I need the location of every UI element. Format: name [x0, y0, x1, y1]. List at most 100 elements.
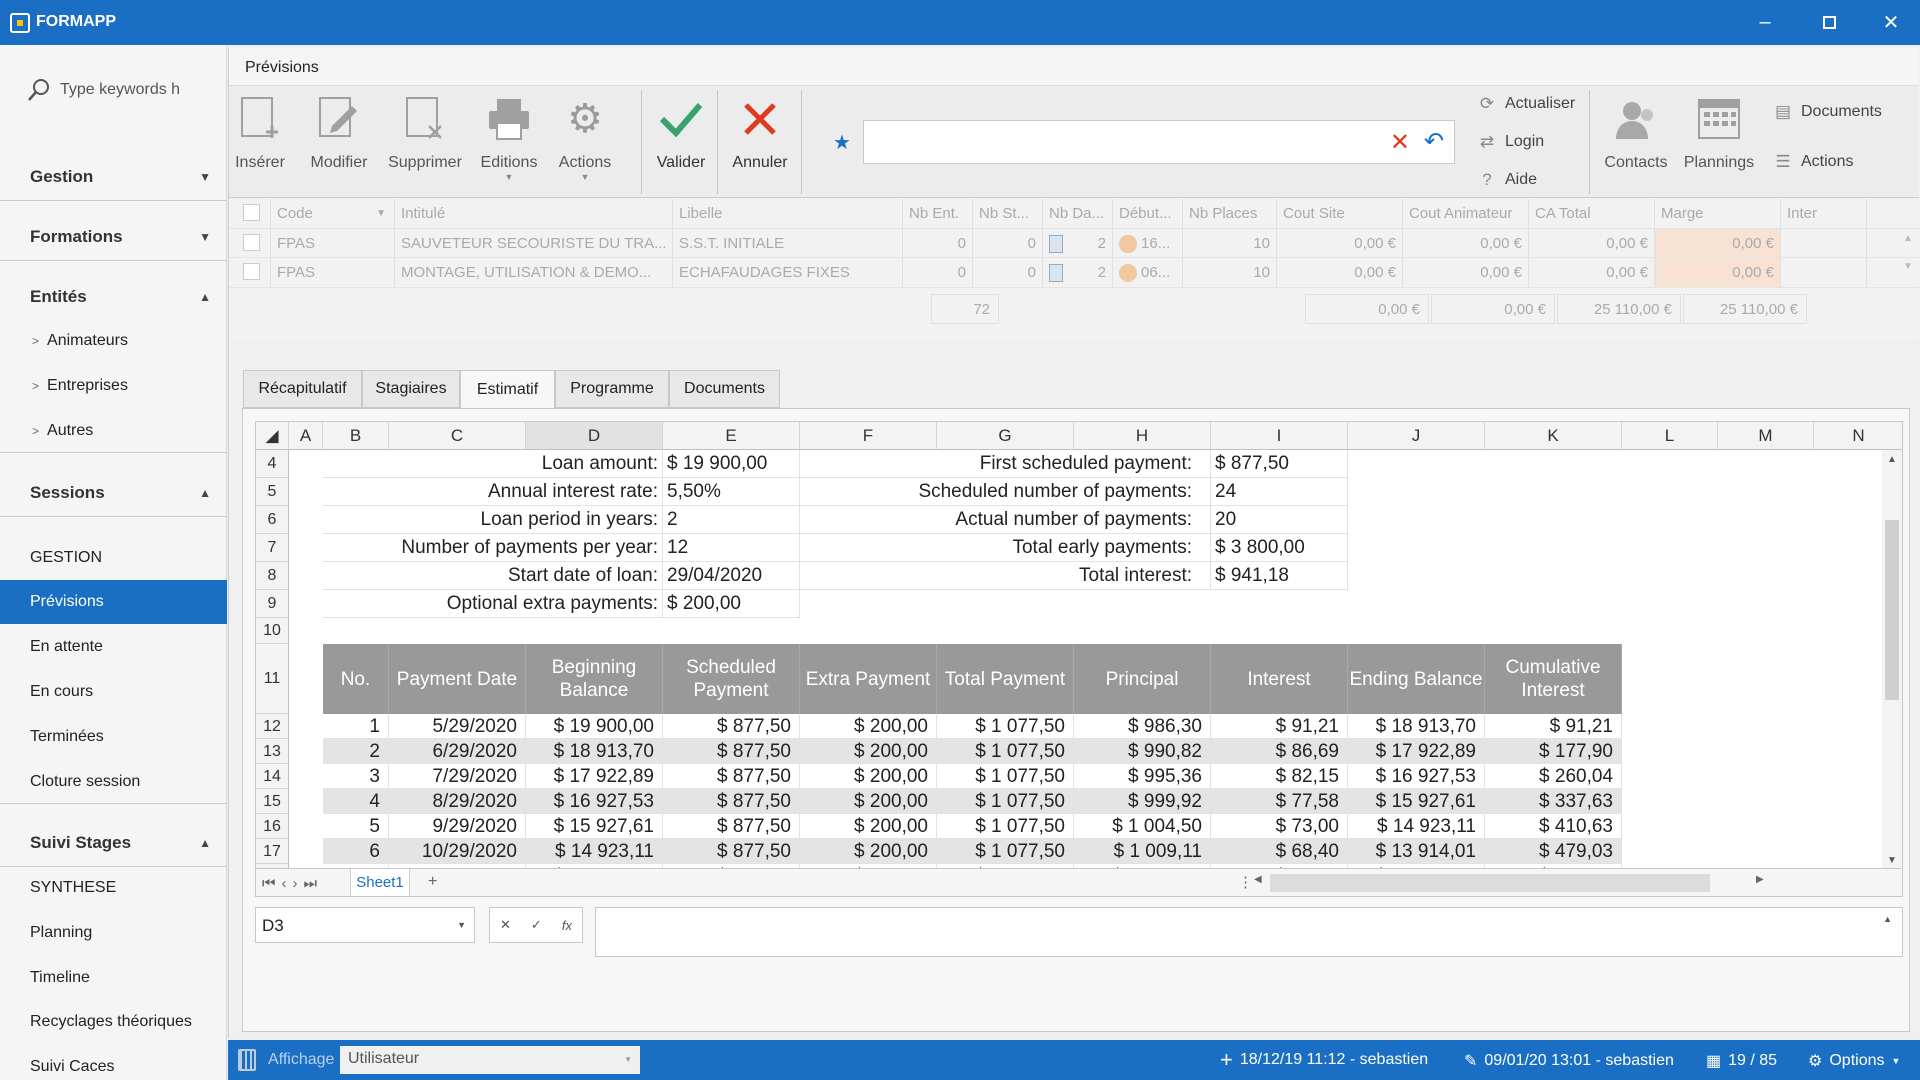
table-row[interactable]: FPAS SAUVETEUR SECOURISTE DU TRA... S.S.… [229, 228, 1919, 258]
editions-button[interactable]: Editions ▼ [477, 86, 541, 198]
table-cell[interactable]: $ 877,50 [663, 714, 800, 739]
table-cell[interactable]: $ 77,58 [1211, 789, 1348, 814]
table-cell[interactable]: $ 1 077,50 [937, 839, 1074, 864]
row-header[interactable]: 11 [256, 644, 289, 714]
scroll-down-icon[interactable]: ▼ [1903, 261, 1913, 272]
col-header[interactable]: K [1485, 422, 1622, 450]
maximize-icon[interactable] [1806, 0, 1852, 45]
sidebar-item-animateurs[interactable]: > Animateurs [0, 319, 227, 363]
table-cell[interactable]: $ 999,92 [1074, 789, 1211, 814]
function-icon[interactable]: fx [562, 918, 572, 933]
sidebar-item-previsions[interactable]: Prévisions [0, 580, 227, 624]
col-nb-places[interactable]: Nb Places [1183, 199, 1277, 228]
sidebar-item-cloture[interactable]: Cloture session [0, 760, 227, 804]
scroll-right-icon[interactable]: ▶ [1756, 874, 1764, 885]
col-intitule[interactable]: Intitulé [395, 199, 673, 228]
col-header[interactable]: J [1348, 422, 1485, 450]
vertical-scrollbar[interactable]: ▲ ▼ [1882, 450, 1902, 868]
add-sheet-icon[interactable]: + [428, 873, 437, 891]
sidebar-item-terminees[interactable]: Terminées [0, 715, 227, 759]
scroll-left-icon[interactable]: ◀ [1254, 874, 1262, 885]
sidebar-item-suivi-caces[interactable]: Suivi Caces [0, 1045, 227, 1080]
contacts-button[interactable]: Contacts [1599, 86, 1673, 198]
table-cell[interactable]: $ 86,69 [1211, 739, 1348, 764]
row-header[interactable]: 7 [256, 534, 289, 562]
section-entites[interactable]: Entités ▲ [0, 273, 227, 321]
table-cell[interactable]: 3 [323, 764, 389, 789]
col-nb-st[interactable]: Nb St... [973, 199, 1043, 228]
table-cell[interactable]: 8/29/2020 [389, 789, 526, 814]
formula-input[interactable]: ▲ [595, 907, 1903, 957]
summary-value[interactable]: $ 19 900,00 [663, 450, 800, 478]
table-cell[interactable]: $ 15 927,61 [1348, 789, 1485, 814]
table-cell[interactable]: $ 19 900,00 [526, 714, 663, 739]
row-header[interactable]: 8 [256, 562, 289, 590]
table-cell[interactable]: $ 877,50 [663, 814, 800, 839]
row-header[interactable]: 10 [256, 618, 289, 644]
table-cell[interactable]: $ 13 914,01 [1348, 839, 1485, 864]
select-all-corner[interactable]: ◢ [256, 422, 289, 450]
tab-stagiaires[interactable]: Stagiaires [362, 370, 460, 408]
inserer-button[interactable]: Insérer [235, 86, 285, 198]
col-cout-site[interactable]: Cout Site [1277, 199, 1403, 228]
documents-button[interactable]: ▤ Documents [1773, 102, 1882, 122]
table-cell[interactable]: $ 1 077,50 [937, 789, 1074, 814]
scrollbar-thumb[interactable] [1885, 520, 1899, 700]
table-cell[interactable]: $ 1 077,50 [937, 764, 1074, 789]
quick-search-input[interactable]: ✕ ↶ [863, 120, 1455, 164]
table-cell[interactable]: $ 18 913,70 [526, 739, 663, 764]
table-cell[interactable]: $ 410,63 [1485, 814, 1622, 839]
col-nb-ent[interactable]: Nb Ent. [903, 199, 973, 228]
sheet-nav-icons[interactable]: ⏮‹›⏭ [262, 875, 323, 892]
table-cell[interactable]: $ 200,00 [800, 814, 937, 839]
row-checkbox[interactable] [229, 258, 271, 287]
col-header[interactable]: F [800, 422, 937, 450]
row-checkbox[interactable] [229, 229, 271, 258]
row-header[interactable]: 14 [256, 764, 289, 789]
sidebar-item-timeline[interactable]: Timeline [0, 956, 227, 1000]
row-header[interactable]: 12 [256, 714, 289, 739]
row-header[interactable]: 13 [256, 739, 289, 764]
row-header[interactable]: 15 [256, 789, 289, 814]
login-button[interactable]: ⇄ Login [1477, 132, 1544, 152]
table-cell[interactable]: $ 1 077,50 [937, 739, 1074, 764]
summary-value[interactable]: 29/04/2020 [663, 562, 800, 590]
col-nb-da[interactable]: Nb Da... [1043, 199, 1113, 228]
table-cell[interactable]: $ 200,00 [800, 789, 937, 814]
col-header[interactable]: H [1074, 422, 1211, 450]
row-header[interactable]: 4 [256, 450, 289, 478]
select-all-checkbox[interactable] [229, 199, 271, 228]
sidebar-item-en-cours[interactable]: En cours [0, 670, 227, 714]
col-header[interactable]: N [1814, 422, 1902, 450]
table-cell[interactable]: 6/29/2020 [389, 739, 526, 764]
star-icon[interactable]: ★ [833, 130, 851, 155]
table-cell[interactable]: $ 877,50 [663, 789, 800, 814]
col-marge[interactable]: Marge [1655, 199, 1781, 228]
options-button[interactable]: ⚙ Options ▼ [1808, 1051, 1900, 1071]
undo-icon[interactable]: ↶ [1424, 127, 1444, 156]
col-header[interactable]: B [323, 422, 389, 450]
table-cell[interactable]: $ 877,50 [663, 764, 800, 789]
summary-value[interactable]: $ 941,18 [1211, 562, 1348, 590]
col-header[interactable]: I [1211, 422, 1348, 450]
sidebar-item-en-attente[interactable]: En attente [0, 625, 227, 669]
sidebar-item-gestion[interactable]: GESTION [0, 536, 227, 580]
summary-value[interactable]: 20 [1211, 506, 1348, 534]
table-cell[interactable]: 4 [323, 789, 389, 814]
sidebar-item-entreprises[interactable]: > Entreprises [0, 364, 227, 408]
annuler-button[interactable]: Annuler [725, 86, 795, 198]
row-header[interactable]: 6 [256, 506, 289, 534]
col-header[interactable]: A [289, 422, 323, 450]
table-cell[interactable]: 9/29/2020 [389, 814, 526, 839]
summary-value[interactable]: 2 [663, 506, 800, 534]
col-debut[interactable]: Début... [1113, 199, 1183, 228]
table-cell[interactable]: $ 68,40 [1211, 839, 1348, 864]
section-gestion[interactable]: Gestion ▼ [0, 153, 227, 201]
table-cell[interactable]: 2 [323, 739, 389, 764]
tab-programme[interactable]: Programme [555, 370, 669, 408]
table-cell[interactable]: $ 877,50 [663, 839, 800, 864]
scroll-down-icon[interactable]: ▼ [1887, 855, 1897, 866]
col-libelle[interactable]: Libelle [673, 199, 903, 228]
actions2-button[interactable]: ☰ Actions [1773, 152, 1853, 172]
row-header[interactable]: 9 [256, 590, 289, 618]
